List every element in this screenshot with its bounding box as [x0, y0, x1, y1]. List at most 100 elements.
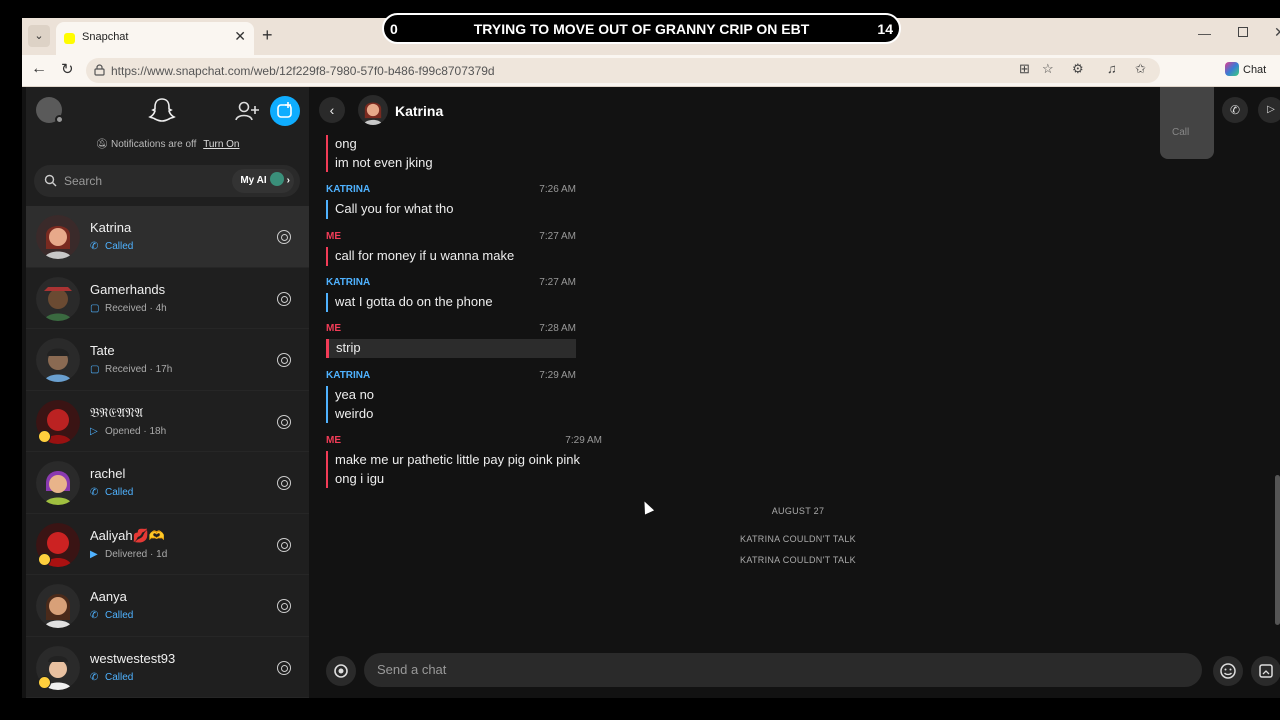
message-line: weirdo: [335, 405, 374, 421]
camera-icon[interactable]: [277, 353, 291, 367]
status-text: Opened · 18h: [105, 425, 167, 437]
message-group: ME 7:27 AM call for money if u wanna mak…: [326, 231, 576, 266]
new-chat-button[interactable]: [270, 96, 300, 126]
camera-icon[interactable]: [277, 537, 291, 552]
chat-bubble-icon: ▢: [90, 302, 100, 314]
my-ai-button[interactable]: My AI ›: [232, 169, 294, 193]
add-friend-icon[interactable]: [233, 97, 261, 125]
date-separator: AUGUST 27: [771, 506, 825, 516]
chevron-right-icon: ›: [286, 175, 290, 186]
overlay-right-counter: 14: [877, 21, 893, 37]
status-text: Received · 17h: [105, 364, 173, 375]
tab-title: Snapchat: [82, 31, 129, 43]
message-time: 7:28 AM: [539, 323, 576, 334]
message-line: Call you for what tho: [335, 201, 454, 216]
system-message: KATRINA COULDN'T TALK: [740, 555, 856, 565]
message-line: ong: [335, 136, 357, 151]
snapchat-ghost-icon[interactable]: [148, 96, 176, 124]
copilot-icon: [1225, 62, 1239, 76]
favorites-icon[interactable]: ✩: [1135, 61, 1146, 77]
conversation-item-aaliyah[interactable]: Aaliyah💋🫶 ▶ Delivered · 1d: [26, 514, 309, 575]
message-time: 7:26 AM: [539, 184, 576, 195]
copilot-chat-button[interactable]: Chat: [1225, 62, 1266, 76]
phone-icon: ✆: [1229, 103, 1241, 117]
conversation-status: ▢ Received · 4h: [90, 303, 167, 314]
conversation-item-breana[interactable]: 𝔅ℜ𝔈𝔄𝔑𝔄 ▷ Opened · 18h: [26, 391, 309, 452]
conversation-name: Tate: [90, 343, 115, 358]
url-field[interactable]: https://www.snapchat.com/web/12f229f8-79…: [86, 58, 1160, 83]
camera-icon[interactable]: [277, 660, 291, 675]
message-time: 7:29 AM: [539, 370, 576, 381]
message-body[interactable]: ong im not even jking: [326, 135, 576, 172]
settings-gear-icon[interactable]: [55, 115, 64, 124]
message-body[interactable]: wat I gotta do on the phone: [326, 293, 576, 312]
send-chat-input[interactable]: Send a chat: [364, 653, 1202, 687]
avatar: [36, 276, 80, 321]
message-body[interactable]: yea no weirdo: [326, 386, 576, 423]
message-group: ME 7:28 AM strip: [326, 323, 576, 358]
extensions-icon[interactable]: ⚙: [1072, 61, 1084, 77]
message-body[interactable]: strip: [326, 339, 576, 358]
back-button[interactable]: ‹: [319, 97, 345, 123]
bell-off-icon: 🔕︎: [95, 139, 109, 150]
snapchat-app: 🔕︎ Notifications are off Turn On Search …: [22, 87, 1280, 698]
conversation-status: ✆ Called: [90, 487, 133, 498]
smiley-badge-icon: [38, 552, 51, 566]
conversation-status: ✆ Called: [90, 241, 133, 252]
camera-icon[interactable]: [277, 599, 291, 613]
smiley-icon: [1220, 663, 1236, 679]
tab-list-button[interactable]: ⌄: [28, 25, 50, 47]
camera-icon[interactable]: [277, 291, 291, 306]
new-tab-button[interactable]: +: [262, 25, 273, 46]
status-text: Called: [105, 487, 134, 498]
conversation-item-westwestest93[interactable]: westwestest93 ✆ Called: [26, 637, 309, 698]
search-bar[interactable]: Search My AI ›: [34, 165, 300, 197]
chat-avatar[interactable]: [358, 95, 388, 125]
snapchat-favicon-icon: [64, 33, 75, 44]
conversation-item-rachel[interactable]: rachel ✆ Called: [26, 452, 309, 514]
chat-panel: ‹ Katrina Call ✆ ▷ ong im not even jking…: [316, 87, 1280, 698]
camera-icon[interactable]: [277, 230, 291, 244]
message-group: KATRINA 7:29 AM yea no weirdo: [326, 370, 576, 423]
chat-title[interactable]: Katrina: [395, 103, 443, 119]
emoji-button[interactable]: [1213, 656, 1243, 686]
back-arrow-icon[interactable]: ←: [31, 60, 47, 78]
maximize-icon[interactable]: [1238, 27, 1248, 37]
tab-close-icon[interactable]: ✕: [234, 28, 246, 45]
close-window-icon[interactable]: ✕: [1274, 24, 1280, 41]
conversation-name: rachel: [90, 466, 126, 481]
site-info-icon[interactable]: [94, 64, 105, 76]
conversation-item-tate[interactable]: Tate ▢ Received · 17h: [26, 329, 309, 391]
camera-icon[interactable]: [277, 414, 291, 429]
video-call-button[interactable]: ▷: [1258, 97, 1280, 123]
smiley-badge-icon: [38, 675, 51, 689]
conversation-item-aanya[interactable]: Aanya ✆ Called: [26, 575, 309, 637]
address-bar: ← ↻ https://www.snapchat.com/web/12f229f…: [22, 55, 1280, 87]
split-screen-icon[interactable]: ⊞: [1019, 61, 1030, 77]
search-input[interactable]: Search: [64, 174, 102, 188]
conversation-item-gamerhands[interactable]: Gamerhands ▢ Received · 4h: [26, 268, 309, 329]
message-body[interactable]: make me ur pathetic little pay pig oink …: [326, 451, 602, 488]
scrollbar[interactable]: [1275, 475, 1280, 625]
minimize-icon[interactable]: —: [1198, 26, 1211, 41]
reload-icon[interactable]: ↻: [61, 60, 74, 78]
conversation-item-katrina[interactable]: Katrina ✆ Called: [26, 206, 309, 268]
message-line: yea no: [335, 387, 375, 402]
message-group: ME 7:29 AM make me ur pathetic little pa…: [326, 435, 602, 488]
phone-call-button[interactable]: ✆: [1222, 97, 1248, 123]
media-icon[interactable]: ♫: [1107, 61, 1117, 76]
favorite-star-icon[interactable]: ☆: [1042, 61, 1054, 77]
tab-snapchat[interactable]: Snapchat ✕: [56, 22, 254, 55]
message-body[interactable]: Call you for what tho: [326, 200, 576, 219]
overlay-title: TRYING TO MOVE OUT OF GRANNY CRIP ON EBT: [473, 21, 810, 37]
message-group: ong im not even jking: [326, 135, 576, 172]
turn-on-notifications-link[interactable]: Turn On: [203, 139, 239, 150]
phone-icon: ✆: [90, 487, 99, 498]
system-message: KATRINA COULDN'T TALK: [740, 534, 856, 544]
status-text: Called: [105, 671, 134, 683]
camera-button[interactable]: [326, 656, 356, 686]
message-list: ong im not even jking KATRINA 7:26 AM Ca…: [316, 135, 1280, 645]
sticker-button[interactable]: [1251, 656, 1280, 686]
message-body[interactable]: call for money if u wanna make: [326, 247, 576, 266]
camera-icon[interactable]: [277, 476, 291, 490]
